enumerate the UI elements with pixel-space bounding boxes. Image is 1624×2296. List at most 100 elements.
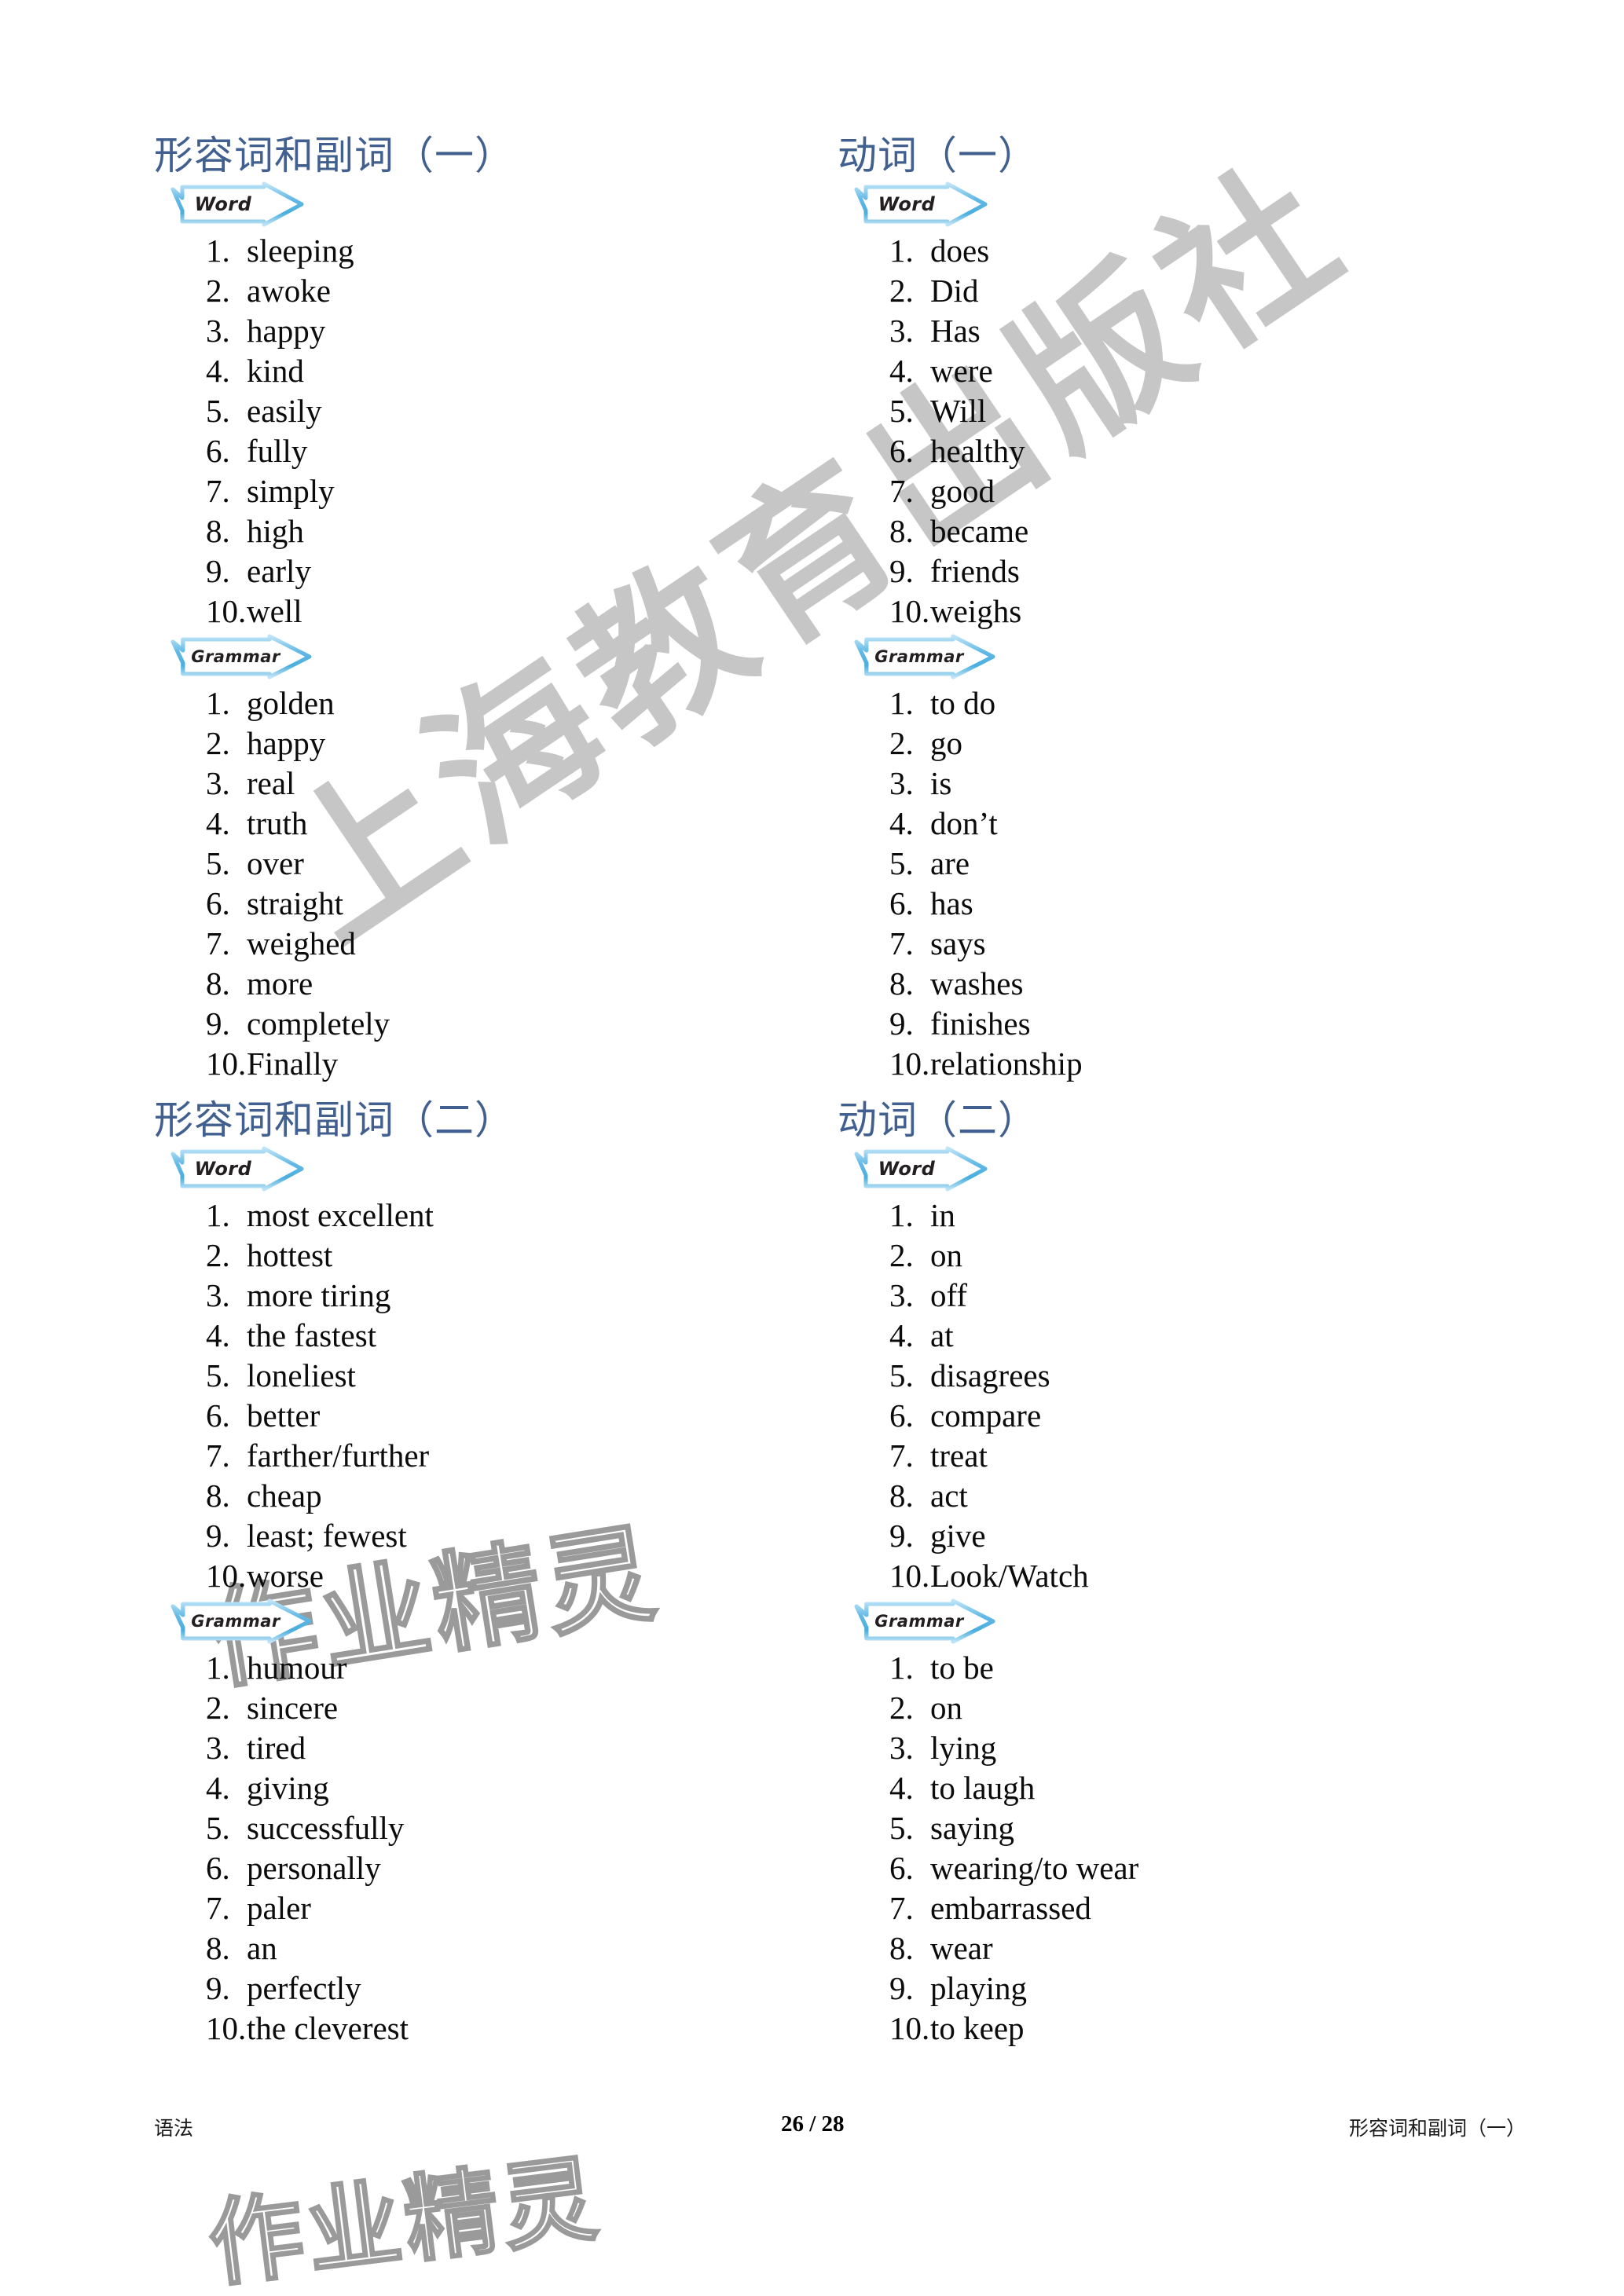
answer-item: 4. to laugh xyxy=(889,1768,1505,1808)
answer-text: act xyxy=(930,1478,968,1514)
answer-number: 10. xyxy=(889,593,930,629)
answer-item: 6. compare xyxy=(889,1396,1505,1436)
answer-text: has xyxy=(930,885,973,921)
answer-text: Finally xyxy=(247,1045,339,1082)
answer-number: 6. xyxy=(206,885,230,921)
answer-list: 1. to do 2. go 3. is 4. don’t 5. are 6. has 7. says 8.… xyxy=(838,683,1505,1084)
footer-page-number: 26 / 28 xyxy=(781,2111,845,2137)
answer-item: 8. an xyxy=(206,1928,822,1968)
answer-number: 8. xyxy=(206,1478,230,1514)
banner-label: Grammar xyxy=(874,1612,964,1631)
answer-text: embarrassed xyxy=(930,1890,1091,1926)
answer-text: says xyxy=(930,925,986,961)
answer-item: 10.weighs xyxy=(889,591,1505,632)
answer-item: 3. Has xyxy=(889,311,1505,351)
answer-item: 8. wear xyxy=(889,1928,1505,1968)
answer-item: 1. sleeping xyxy=(206,231,822,271)
answer-number: 9. xyxy=(206,553,230,589)
answer-list: 1. to be 2. on 3. lying 4. to laugh 5. saying 6. we… xyxy=(838,1648,1505,2049)
answer-item: 8. act xyxy=(889,1476,1505,1516)
answer-item: 2. on xyxy=(889,1688,1505,1728)
answer-number: 3. xyxy=(889,313,914,349)
answer-text: an xyxy=(247,1930,277,1966)
answer-item: 7. says xyxy=(889,924,1505,964)
answer-number: 5. xyxy=(206,1357,230,1393)
answer-item: 4. kind xyxy=(206,351,822,391)
answer-text: golden xyxy=(247,685,335,721)
answer-number: 6. xyxy=(206,1397,230,1434)
answer-text: straight xyxy=(247,885,343,921)
answer-number: 9. xyxy=(889,1970,914,2006)
answer-text: in xyxy=(930,1197,955,1233)
answer-item: 7. paler xyxy=(206,1888,822,1928)
answer-text: healthy xyxy=(930,433,1025,469)
answer-item: 7. farther/further xyxy=(206,1436,822,1476)
answer-text: to do xyxy=(930,685,996,721)
answer-number: 9. xyxy=(889,553,914,589)
answer-number: 9. xyxy=(889,1518,914,1554)
answer-item: 6. fully xyxy=(206,431,822,471)
answer-number: 3. xyxy=(206,1730,230,1766)
page-footer: 语法 26 / 28 形容词和副词（一） xyxy=(154,2111,1526,2149)
answer-item: 1. does xyxy=(889,231,1505,271)
grammar-banner: Grammar xyxy=(854,1598,995,1644)
grammar-banner: Grammar xyxy=(170,1598,312,1644)
answer-number: 1. xyxy=(889,685,914,721)
answer-number: 10. xyxy=(206,1558,247,1594)
answer-number: 4. xyxy=(206,1770,230,1806)
answer-section: 形容词和副词（二） Word 1. most excellent 2. hottest 3.… xyxy=(154,1098,822,2049)
answer-item: 9. completely xyxy=(206,1004,822,1044)
answer-text: good xyxy=(930,473,995,509)
answer-text: at xyxy=(930,1317,954,1353)
answer-number: 1. xyxy=(206,1650,230,1686)
answer-text: to laugh xyxy=(930,1770,1036,1806)
answer-item: 9. friends xyxy=(889,551,1505,591)
answer-number: 5. xyxy=(889,845,914,881)
answer-item: 2. Did xyxy=(889,271,1505,311)
answer-text: does xyxy=(930,233,990,269)
answer-text: to keep xyxy=(930,2010,1025,2046)
answer-number: 5. xyxy=(206,393,230,429)
answer-number: 9. xyxy=(206,1970,230,2006)
answer-item: 4. truth xyxy=(206,804,822,844)
column-right: 动词（一） Word 1. does 2. Did 3. Has 4. were 5. Will 6. h… xyxy=(838,134,1505,2053)
answer-number: 2. xyxy=(889,273,914,309)
answer-item: 1. to be xyxy=(889,1648,1505,1688)
answer-item: 4. giving xyxy=(206,1768,822,1808)
answer-item: 2. hottest xyxy=(206,1236,822,1276)
answer-text: kind xyxy=(247,353,304,389)
answer-text: the cleverest xyxy=(247,2010,409,2046)
answer-number: 8. xyxy=(206,1930,230,1966)
answer-text: early xyxy=(247,553,311,589)
answer-columns: 形容词和副词（一） Word 1. sleeping 2. awoke 3. happy 4. k… xyxy=(0,0,1624,2105)
answer-number: 2. xyxy=(889,1237,914,1273)
answer-item: 3. real xyxy=(206,764,822,804)
answer-number: 6. xyxy=(889,1850,914,1886)
answer-number: 6. xyxy=(206,1850,230,1886)
answer-text: sleeping xyxy=(247,233,354,269)
answer-text: to be xyxy=(930,1650,994,1686)
answer-item: 4. the fastest xyxy=(206,1316,822,1356)
answer-item: 2. go xyxy=(889,723,1505,764)
answer-text: weighed xyxy=(247,925,356,961)
answer-item: 4. at xyxy=(889,1316,1505,1356)
answer-text: easily xyxy=(247,393,322,429)
answer-item: 10.Look/Watch xyxy=(889,1556,1505,1596)
answer-number: 3. xyxy=(206,765,230,801)
grammar-banner: Grammar xyxy=(854,634,995,679)
answer-number: 8. xyxy=(206,513,230,549)
answer-section: 动词（一） Word 1. does 2. Did 3. Has 4. were 5. Will 6. h… xyxy=(838,134,1505,1084)
answer-number: 9. xyxy=(889,1005,914,1042)
answer-number: 8. xyxy=(889,1930,914,1966)
answer-text: playing xyxy=(930,1970,1027,2006)
answer-item: 3. off xyxy=(889,1276,1505,1316)
answer-text: treat xyxy=(930,1437,988,1474)
answer-text: Will xyxy=(930,393,987,429)
answer-section: 动词（二） Word 1. in 2. on 3. off 4. at 5. disagrees 6. c… xyxy=(838,1098,1505,2049)
answer-text: better xyxy=(247,1397,321,1434)
word-banner: Word xyxy=(854,1146,988,1192)
answer-item: 5. are xyxy=(889,844,1505,884)
answer-text: humour xyxy=(247,1650,347,1686)
answer-list: 1. in 2. on 3. off 4. at 5. disagrees 6. compare 7. t… xyxy=(838,1196,1505,1596)
answer-item: 7. treat xyxy=(889,1436,1505,1476)
